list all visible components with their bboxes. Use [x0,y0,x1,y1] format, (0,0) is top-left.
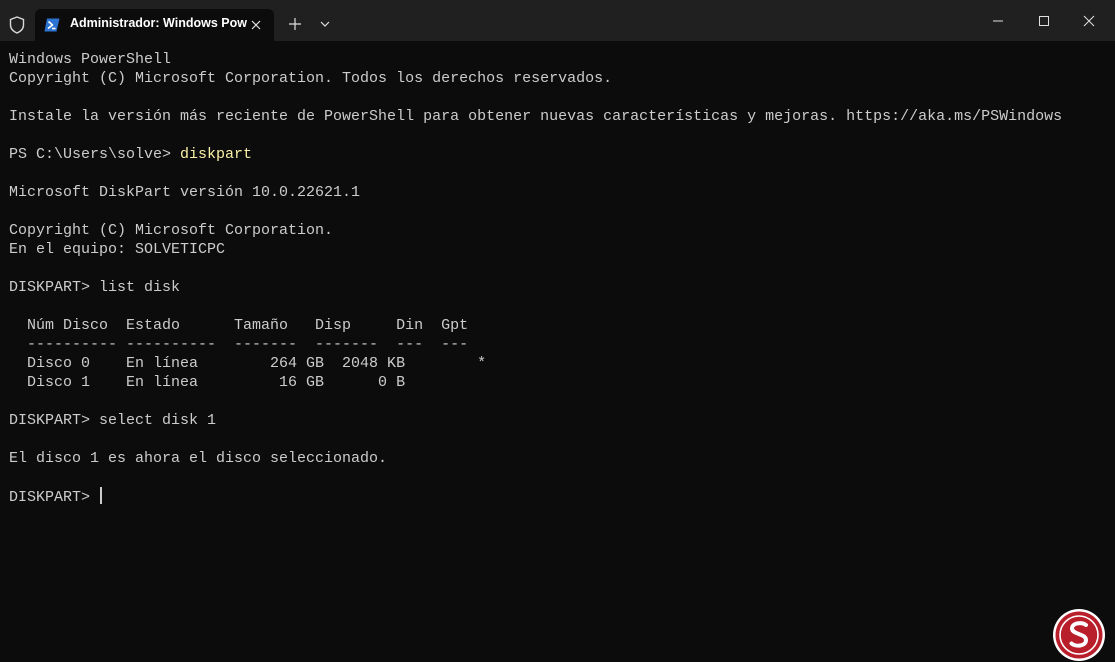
shield-icon [9,16,25,34]
console-line: PS C:\Users\solve> diskpart [9,145,1062,164]
line-text: Disco 1 En línea 16 GB 0 B [9,374,406,391]
console-line: Núm Disco Estado Tamaño Disp Din Gpt [9,316,1062,335]
line-text: Copyright (C) Microsoft Corporation. [9,222,334,239]
plus-icon[interactable] [287,16,303,32]
console-line: Microsoft DiskPart versión 10.0.22621.1 [9,183,1062,202]
prompt-text: PS C:\Users\solve> [9,146,181,163]
maximize-icon [1039,15,1049,26]
console-line: Instale la versión más reciente de Power… [9,107,1062,126]
console-line: El disco 1 es ahora el disco seleccionad… [9,449,1062,468]
console-line: Windows PowerShell [9,50,1062,69]
line-text: Copyright (C) Microsoft Corporation. Tod… [9,70,613,87]
line-text: Microsoft DiskPart versión 10.0.22621.1 [9,184,361,201]
line-text: DISKPART> [9,489,100,506]
powershell-icon [44,18,60,32]
console-line: ---------- ---------- ------- ------- --… [9,335,1062,354]
line-text: ---------- ---------- ------- ------- --… [9,336,469,353]
console-line: En el equipo: SOLVETICPC [9,240,1062,259]
line-text: DISKPART> select disk 1 [9,412,217,429]
console-line: Copyright (C) Microsoft Corporation. Tod… [9,69,1062,88]
console-line: DISKPART> [9,487,1062,506]
text-cursor [100,487,103,504]
console-line: Disco 0 En línea 264 GB 2048 KB * [9,354,1062,373]
line-text: Disco 0 En línea 264 GB 2048 KB * [9,355,487,372]
tab-administrador[interactable]: Administrador: Windows Pow [35,9,274,41]
line-text: En el equipo: SOLVETICPC [9,241,226,258]
console-line: Disco 1 En línea 16 GB 0 B [9,373,1062,392]
close-window-button[interactable] [1066,0,1112,41]
line-text: Instale la versión más reciente de Power… [9,108,1063,125]
console-output: Windows PowerShell Copyright (C) Microsof… [9,50,1062,506]
chevron-down-icon[interactable] [318,19,332,29]
console-line: Copyright (C) Microsoft Corporation. [9,221,1062,240]
minimize-button[interactable] [975,0,1021,41]
close-icon[interactable] [248,17,264,33]
title-bar: Administrador: Windows Pow [0,0,1115,41]
minimize-icon [993,20,1003,21]
terminal-area[interactable]: Windows PowerShell Copyright (C) Microsof… [0,41,1115,661]
command-text: diskpart [180,146,253,163]
maximize-button[interactable] [1021,0,1067,41]
solvetic-logo-icon [1053,609,1105,661]
line-text: Windows PowerShell [9,51,172,68]
line-text: DISKPART> list disk [9,279,181,296]
line-text: El disco 1 es ahora el disco seleccionad… [9,450,388,467]
console-line: DISKPART> select disk 1 [9,411,1062,430]
line-text: Núm Disco Estado Tamaño Disp Din Gpt [9,317,469,334]
console-line: DISKPART> list disk [9,278,1062,297]
close-icon [1083,15,1095,26]
tab-title: Administrador: Windows Pow [70,16,247,30]
